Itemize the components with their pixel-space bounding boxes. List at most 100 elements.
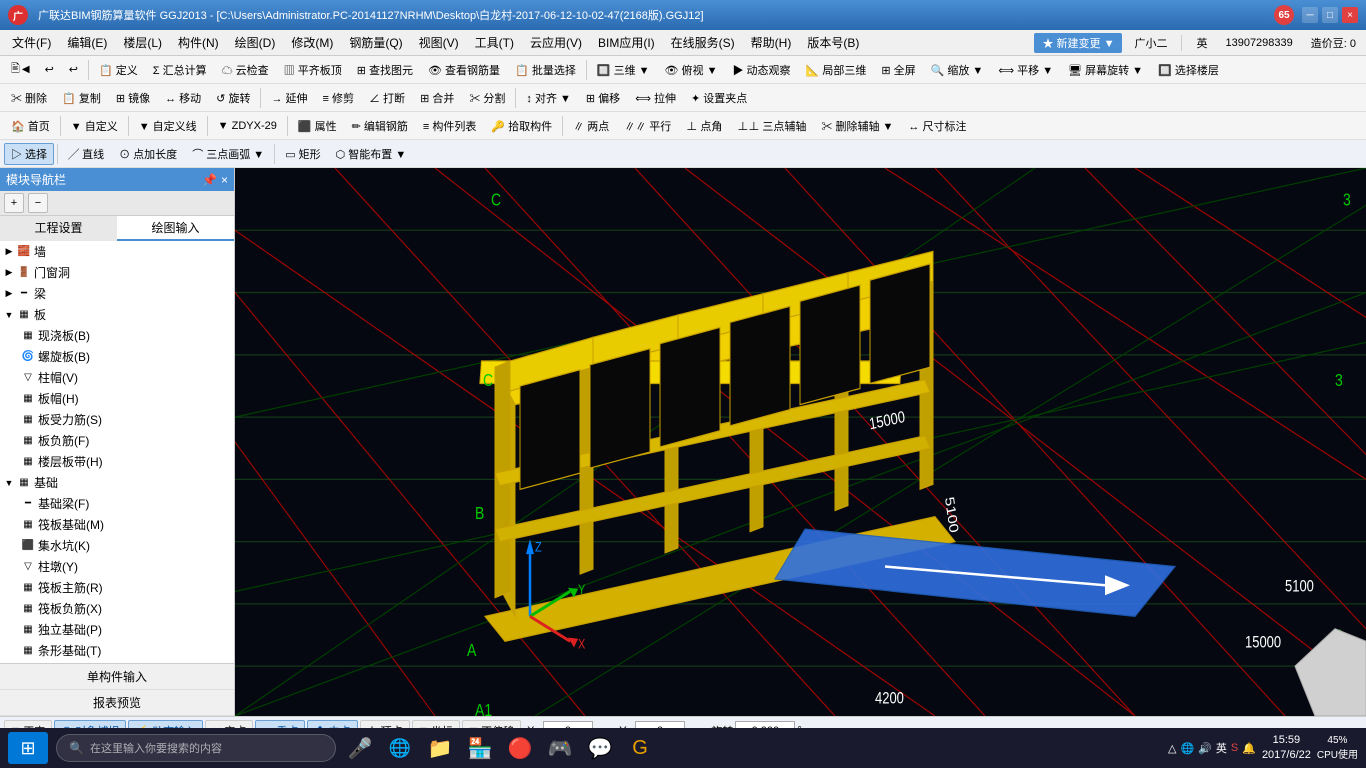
single-component-btn[interactable]: 单构件输入 — [0, 664, 234, 690]
toolbar-custom-line-dropdown[interactable]: ▼ 自定义线 — [132, 115, 204, 137]
toolbar-define[interactable]: 📋 定义 — [92, 59, 145, 81]
foundation-arrow[interactable]: ▼ — [2, 478, 16, 488]
toolbar-fullscreen[interactable]: ⊞ 全屏 — [874, 59, 922, 81]
taskbar-volume[interactable]: 🔊 — [1198, 742, 1212, 755]
report-preview-btn[interactable]: 报表预览 — [0, 690, 234, 716]
guang-xiao[interactable]: 广小二 — [1128, 33, 1173, 53]
toolbar-point-length[interactable]: ⊙ 点加长度 — [112, 143, 184, 165]
start-button[interactable]: ⊞ — [8, 732, 48, 764]
taskbar-up-arrow[interactable]: △ — [1168, 742, 1176, 755]
tree-item-fabanM[interactable]: ▦ 筏板基础(M) — [0, 514, 234, 535]
tree-item-fabanzhujiR[interactable]: ▦ 筏板主筋(R) — [0, 577, 234, 598]
toolbar-pan[interactable]: ⟺ 平移 ▼ — [991, 59, 1060, 81]
toolbar-3d[interactable]: 🔲 三维 ▼ — [590, 59, 657, 81]
toolbar-select-floor[interactable]: 🔲 选择楼层 — [1151, 59, 1226, 81]
tree-item-banfuji[interactable]: ▦ 板负筋(F) — [0, 430, 234, 451]
toolbar-property[interactable]: ⬛ 属性 — [291, 115, 344, 137]
window-controls[interactable]: ─ □ × — [1302, 7, 1358, 23]
taskbar-input-method[interactable]: 英 — [1216, 740, 1227, 756]
maximize-btn[interactable]: □ — [1322, 7, 1338, 23]
toolbar-batch-select[interactable]: 📋 批量选择 — [508, 59, 583, 81]
tree-item-zhumao[interactable]: ▽ 柱帽(V) — [0, 367, 234, 388]
toolbar-screen-rotate[interactable]: 🖥 屏幕旋转 ▼ — [1061, 59, 1150, 81]
toolbar-component-list[interactable]: ≡ 构件列表 — [416, 115, 483, 137]
toolbar-line[interactable]: ╱ 直线 — [61, 143, 111, 165]
sidebar-header-controls[interactable]: 📌 × — [202, 173, 228, 187]
menu-bim[interactable]: BIM应用(I) — [590, 32, 663, 53]
menu-tools[interactable]: 工具(T) — [467, 32, 522, 53]
toolbar-stretch[interactable]: ⟺ 拉伸 — [628, 87, 683, 109]
toolbar-flat-top[interactable]: ▥ 平齐板顶 — [277, 59, 349, 81]
tree-item-wall[interactable]: ▶ 🧱 墙 — [0, 241, 234, 262]
tree-item-tiaoxingjichuT[interactable]: ▦ 条形基础(T) — [0, 640, 234, 661]
toolbar-select-btn[interactable]: ▷ 选择 — [4, 143, 54, 165]
taskbar-app2[interactable]: 🎮 — [544, 732, 576, 764]
taskbar-notification[interactable]: 🔔 — [1242, 742, 1256, 755]
sidebar-pin-icon[interactable]: 📌 — [202, 173, 217, 187]
toolbar-local-3d[interactable]: 📐 局部三维 — [799, 59, 874, 81]
toolbar-smart-place[interactable]: ⬡ 智能布置 ▼ — [329, 143, 414, 165]
tree-item-zhuduiY[interactable]: ▽ 柱墩(Y) — [0, 556, 234, 577]
input-method[interactable]: 英 — [1190, 33, 1213, 53]
menu-service[interactable]: 在线服务(S) — [663, 32, 743, 53]
tree-container[interactable]: ▶ 🧱 墙 ▶ 🚪 门窗洞 ▶ ━ 梁 ▼ — [0, 241, 234, 663]
menu-version[interactable]: 版本号(B) — [799, 32, 867, 53]
toolbar-rectangle[interactable]: ▭ 矩形 — [278, 143, 327, 165]
toolbar-custom-def-dropdown[interactable]: ▼ 自定义 — [64, 115, 125, 137]
tree-item-door[interactable]: ▶ 🚪 门窗洞 — [0, 262, 234, 283]
toolbar-zdyx-dropdown[interactable]: ▼ ZDYX-29 — [211, 117, 284, 135]
zao-jia-dou[interactable]: 造价豆: 0 — [1305, 33, 1362, 53]
toolbar-align[interactable]: ↕ 对齐 ▼ — [519, 87, 578, 109]
toolbar-extend[interactable]: → 延伸 — [264, 87, 314, 109]
toolbar-dim[interactable]: ↔ 尺寸标注 — [901, 115, 973, 137]
sidebar-remove-btn[interactable]: − — [28, 193, 48, 213]
beam-arrow[interactable]: ▶ — [2, 288, 16, 299]
toolbar-dynamic-obs[interactable]: ▶ 动态观察 — [726, 59, 798, 81]
tree-item-foundation[interactable]: ▼ ▦ 基础 — [0, 472, 234, 493]
toolbar-view-rebar[interactable]: 👁 查看钢筋量 — [421, 59, 507, 81]
toolbar-split[interactable]: ✂ 分割 — [462, 87, 512, 109]
toolbar-three-point-axis[interactable]: ⊥⊥ 三点辅轴 — [730, 115, 813, 137]
slab-arrow[interactable]: ▼ — [2, 310, 16, 320]
toolbar-mirror[interactable]: ⊞ 镜像 — [109, 87, 157, 109]
toolbar-point-angle[interactable]: ⊥ 点角 — [679, 115, 729, 137]
taskbar-search[interactable]: 🔍 在这里输入你要搜索的内容 — [56, 734, 336, 762]
taskbar-app3[interactable]: 💬 — [584, 732, 616, 764]
taskbar-datetime[interactable]: 15:59 2017/6/22 — [1262, 733, 1311, 764]
sidebar-close-icon[interactable]: × — [221, 173, 228, 187]
toolbar-edit-rebar[interactable]: ✏ 编辑钢筋 — [345, 115, 415, 137]
toolbar-merge[interactable]: ⊞ 合并 — [413, 87, 461, 109]
toolbar-offset[interactable]: ⊞ 偏移 — [579, 87, 627, 109]
taskbar-sogou[interactable]: S — [1231, 742, 1238, 754]
tree-item-xianzhuban[interactable]: ▦ 现浇板(B) — [0, 325, 234, 346]
close-btn[interactable]: × — [1342, 7, 1358, 23]
tab-drawing-input[interactable]: 绘图输入 — [117, 216, 234, 241]
toolbar-cloud-check[interactable]: ☁ 云检查 — [215, 59, 276, 81]
tree-item-luoxuanban[interactable]: 🌀 螺旋板(B) — [0, 346, 234, 367]
toolbar-trim[interactable]: ≡ 修剪 — [316, 87, 361, 109]
tree-item-loujiban[interactable]: ▦ 楼层板带(H) — [0, 451, 234, 472]
canvas-area[interactable]: C B A A1 3 B 3 C 3 — [235, 168, 1366, 716]
menu-cloud[interactable]: 云应用(V) — [522, 32, 590, 53]
taskbar-cortana[interactable]: 🎤 — [344, 732, 376, 764]
toolbar-move[interactable]: ↔ 移动 — [158, 87, 208, 109]
toolbar-top-view[interactable]: 👁 俯视 ▼ — [658, 59, 725, 81]
menu-edit[interactable]: 编辑(E) — [59, 32, 115, 53]
new-build-button[interactable]: ★ 新建变更 ▼ — [1034, 33, 1122, 53]
toolbar-find[interactable]: ⊞ 查找图元 — [350, 59, 420, 81]
menu-draw[interactable]: 绘图(D) — [227, 32, 284, 53]
toolbar-grip[interactable]: ✦ 设置夹点 — [684, 87, 754, 109]
menu-view[interactable]: 视图(V) — [411, 32, 467, 53]
toolbar-zoom[interactable]: 🔍 缩放 ▼ — [924, 59, 991, 81]
toolbar-break[interactable]: ∠ 打断 — [362, 87, 412, 109]
taskbar-store[interactable]: 🏪 — [464, 732, 496, 764]
toolbar-sum[interactable]: Σ 汇总计算 — [146, 59, 214, 81]
taskbar-edge[interactable]: 🌐 — [384, 732, 416, 764]
menu-help[interactable]: 帮助(H) — [743, 32, 800, 53]
toolbar-rotate[interactable]: ↺ 旋转 — [209, 87, 257, 109]
taskbar-network[interactable]: 🌐 — [1180, 742, 1194, 755]
wall-arrow[interactable]: ▶ — [2, 246, 16, 257]
tree-item-fabanzuojiX[interactable]: ▦ 筏板负筋(X) — [0, 598, 234, 619]
tree-item-banmao[interactable]: ▦ 板帽(H) — [0, 388, 234, 409]
toolbar-copy[interactable]: 📋 复制 — [55, 87, 108, 109]
